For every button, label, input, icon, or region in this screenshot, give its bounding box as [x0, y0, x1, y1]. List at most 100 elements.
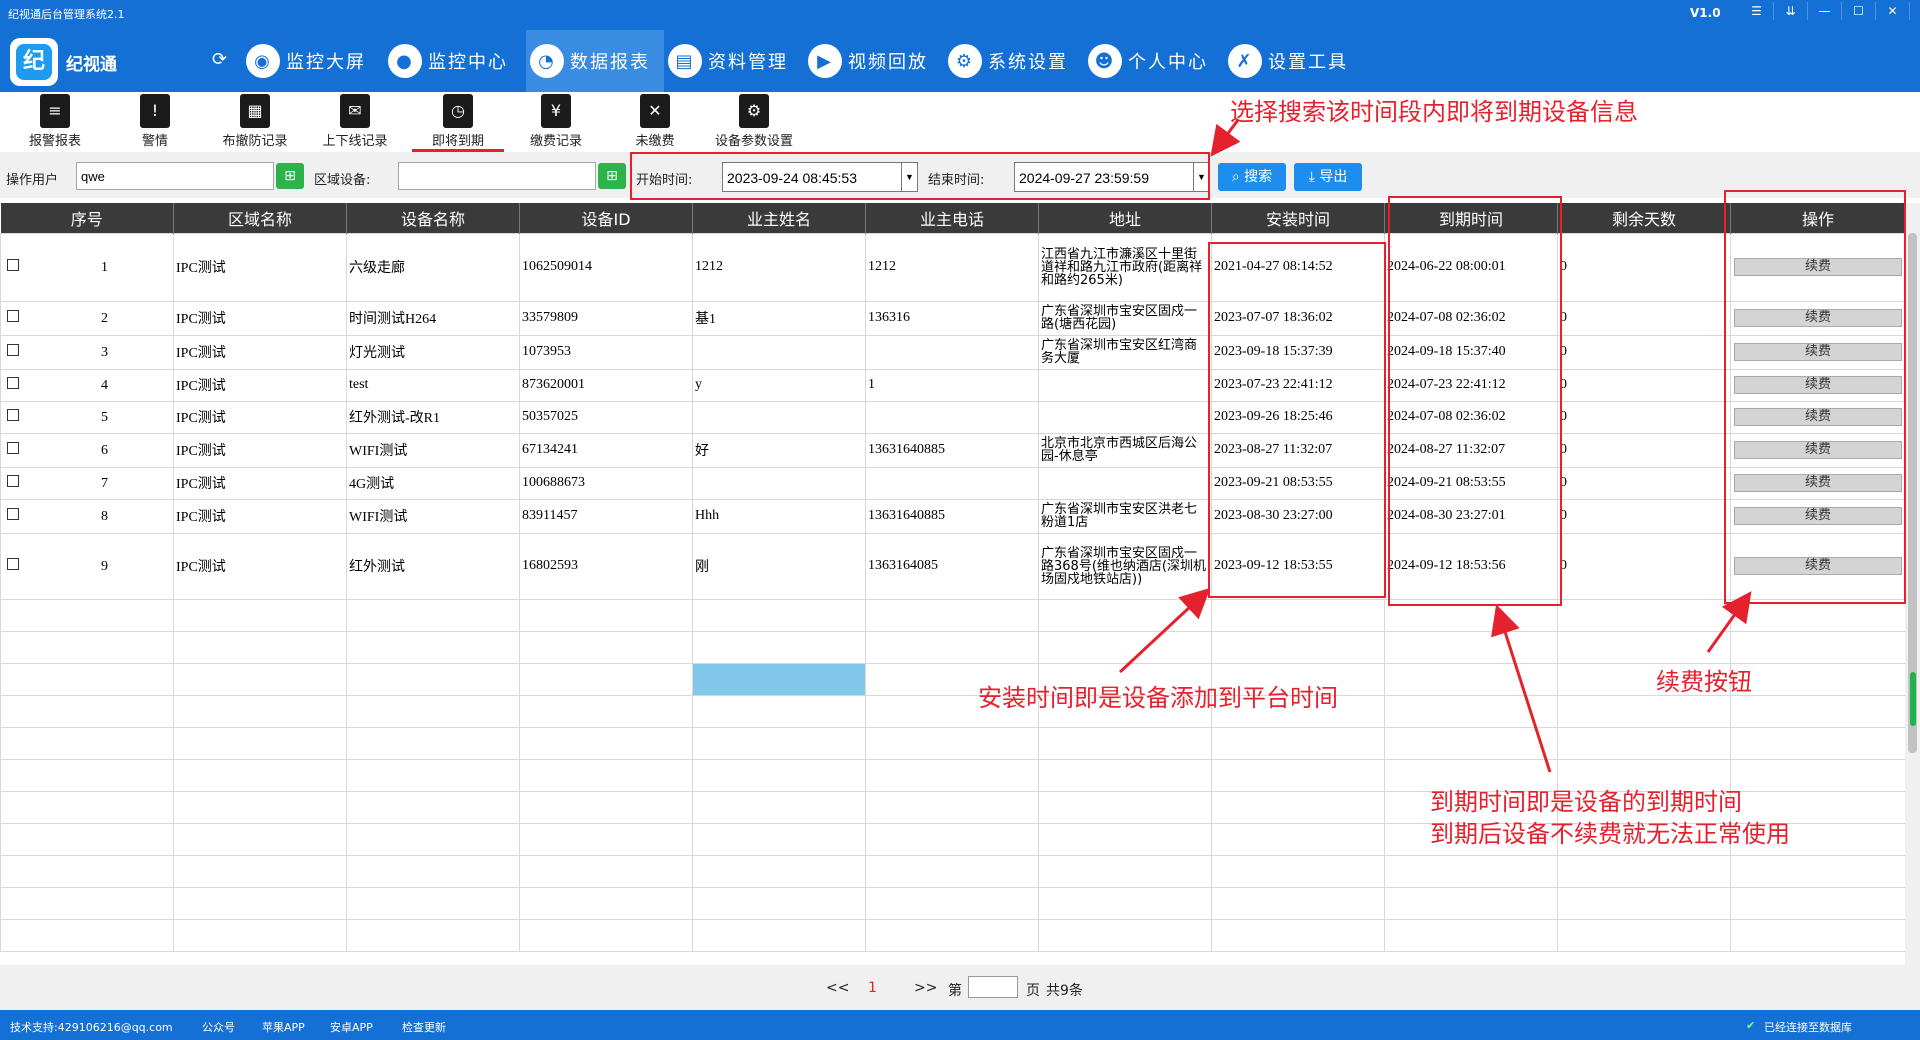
renew-button[interactable]: 续费 — [1734, 474, 1902, 492]
cell-id: 1062509014 — [519, 232, 693, 302]
wechat-link[interactable]: 公众号 — [202, 1019, 235, 1035]
row-checkbox[interactable] — [7, 441, 19, 454]
col-header[interactable]: 地址 — [1038, 203, 1212, 233]
empty-cell — [1730, 662, 1905, 696]
table-row[interactable]: 2 IPC测试 时间测试H264 33579809 基1 136316 广东省深圳市宝安区固… — [0, 300, 1905, 336]
nav-label: 资料管理 — [708, 52, 788, 73]
prev-page-button[interactable]: << — [826, 980, 849, 996]
table-row[interactable]: 7 IPC测试 4G测试 100688673 2023-09-21 08:53:55 20… — [0, 466, 1905, 500]
top-bar: 纪视通后台管理系统2.1 V1.0 ☰ ⇊ — ☐ ✕ 纪 纪视通 ⟳ ◉ 监控大… — [0, 0, 1920, 92]
cell-name: WIFI测试 — [346, 498, 520, 534]
tab-alarm[interactable]: ! 警情 — [118, 92, 192, 152]
row-checkbox[interactable] — [7, 343, 19, 356]
end-time-picker[interactable]: 2024-09-27 23:59:59 ▼ — [1014, 162, 1210, 192]
renew-button[interactable]: 续费 — [1734, 441, 1902, 459]
empty-cell — [173, 886, 347, 920]
col-header[interactable]: 设备名称 — [346, 203, 520, 233]
nav-setup-tools[interactable]: ✗ 设置工具 — [1228, 30, 1356, 92]
export-button[interactable]: ⤓ 导出 — [1294, 163, 1362, 191]
row-checkbox[interactable] — [7, 376, 19, 389]
col-header[interactable]: 安装时间 — [1211, 203, 1385, 233]
tab-arm-disarm-log[interactable]: ▦ 布撤防记录 — [212, 92, 298, 152]
row-checkbox[interactable] — [7, 557, 19, 570]
table-row[interactable]: 6 IPC测试 WIFI测试 67134241 好 13631640885 北京市北京市西城… — [0, 432, 1905, 468]
table-row[interactable]: 5 IPC测试 红外测试-改R1 50357025 2023-09-26 18:25:4… — [0, 400, 1905, 434]
tab-unpaid[interactable]: ✕ 未缴费 — [618, 92, 692, 152]
empty-cell — [519, 918, 693, 952]
minimize-button[interactable]: — — [1808, 2, 1842, 20]
renew-button[interactable]: 续费 — [1734, 343, 1902, 361]
empty-cell — [692, 598, 866, 632]
close-button[interactable]: ✕ — [1876, 2, 1910, 20]
area-picker-icon[interactable]: ⊞ — [598, 163, 626, 189]
cell-phone: 136316 — [865, 300, 1039, 336]
table-row[interactable]: 4 IPC测试 test 873620001 y 1 2023-07-23 22:41:12… — [0, 368, 1905, 402]
col-header[interactable]: 序号 — [0, 203, 174, 233]
nav-data-report[interactable]: ◔ 数据报表 — [526, 30, 664, 92]
tab-device-params[interactable]: ⚙ 设备参数设置 — [704, 92, 804, 152]
app-logo: 纪 — [10, 38, 58, 86]
nav-data-management[interactable]: ▤ 资料管理 — [668, 30, 796, 92]
search-button[interactable]: ⌕ 搜索 — [1218, 163, 1286, 191]
renew-button[interactable]: 续费 — [1734, 408, 1902, 426]
col-header[interactable]: 到期时间 — [1384, 203, 1558, 233]
tab-online-offline-log[interactable]: ✉ 上下线记录 — [312, 92, 398, 152]
cell-area: IPC测试 — [173, 532, 347, 600]
menu-icon[interactable]: ☰ — [1740, 2, 1774, 20]
table-row[interactable]: 9 IPC测试 红外测试 16802593 刚 1363164085 广东省深圳市宝安区固戍… — [0, 532, 1905, 600]
empty-row — [0, 886, 1905, 920]
row-checkbox[interactable] — [7, 408, 19, 421]
col-header[interactable]: 业主电话 — [865, 203, 1039, 233]
col-header[interactable]: 操作 — [1730, 203, 1905, 233]
cell-expire: 2024-08-27 11:32:07 — [1384, 432, 1558, 468]
refresh-icon[interactable]: ⟳ — [212, 49, 227, 70]
page-number-input[interactable] — [968, 976, 1018, 998]
empty-cell — [173, 854, 347, 888]
nav-personal-center[interactable]: ☻ 个人中心 — [1088, 30, 1216, 92]
col-header[interactable]: 剩余天数 — [1557, 203, 1731, 233]
row-number: 9 — [101, 558, 108, 574]
empty-cell — [1038, 630, 1212, 664]
row-checkbox[interactable] — [7, 258, 19, 271]
maximize-button[interactable]: ☐ — [1842, 2, 1876, 20]
nav-system-settings[interactable]: ⚙ 系统设置 — [948, 30, 1076, 92]
row-checkbox[interactable] — [7, 507, 19, 520]
table-row[interactable]: 3 IPC测试 灯光测试 1073953 广东省深圳市宝安区红湾商务大厦 2023-09-… — [0, 334, 1905, 370]
table-row[interactable]: 8 IPC测试 WIFI测试 83911457 Hhh 13631640885 广东省深圳市… — [0, 498, 1905, 534]
operator-input[interactable] — [76, 162, 274, 190]
table-row[interactable]: 1 IPC测试 六级走廊 1062509014 1212 1212 江西省九江市濂溪区十里街… — [0, 232, 1905, 302]
nav-monitor-center[interactable]: ● 监控中心 — [388, 30, 516, 92]
col-header[interactable]: 区域名称 — [173, 203, 347, 233]
col-header[interactable]: 业主姓名 — [692, 203, 866, 233]
empty-cell — [1038, 790, 1212, 824]
next-page-button[interactable]: >> — [914, 980, 937, 996]
row-checkbox[interactable] — [7, 474, 19, 487]
start-time-picker[interactable]: 2023-09-24 08:45:53 ▼ — [722, 162, 918, 192]
settings-icon: ⚙ — [739, 94, 769, 128]
check-update-link[interactable]: 检查更新 — [402, 1019, 446, 1035]
apple-app-link[interactable]: 苹果APP — [262, 1019, 305, 1035]
cell-id: 83911457 — [519, 498, 693, 534]
current-page[interactable]: 1 — [868, 980, 877, 996]
chevron-down-icon[interactable]: ▼ — [901, 163, 917, 191]
renew-button[interactable]: 续费 — [1734, 376, 1902, 394]
tab-label: 警情 — [141, 134, 168, 149]
nav-monitor-screen[interactable]: ◉ 监控大屏 — [246, 30, 374, 92]
empty-cell — [346, 598, 520, 632]
row-checkbox[interactable] — [7, 309, 19, 322]
renew-button[interactable]: 续费 — [1734, 557, 1902, 575]
tab-expiring-soon[interactable]: ◷ 即将到期 — [412, 92, 504, 152]
nav-video-playback[interactable]: ▶ 视频回放 — [808, 30, 936, 92]
renew-button[interactable]: 续费 — [1734, 309, 1902, 327]
area-device-input[interactable] — [398, 162, 596, 190]
tab-payment-records[interactable]: ¥ 缴费记录 — [514, 92, 598, 152]
renew-button[interactable]: 续费 — [1734, 507, 1902, 525]
vertical-scrollbar[interactable] — [1905, 203, 1920, 965]
collapse-icon[interactable]: ⇊ — [1774, 2, 1808, 20]
tab-alarm-report[interactable]: ≡ 报警报表 — [18, 92, 92, 152]
renew-button[interactable]: 续费 — [1734, 258, 1902, 276]
operator-picker-icon[interactable]: ⊞ — [276, 163, 304, 189]
col-header[interactable]: 设备ID — [519, 203, 693, 233]
android-app-link[interactable]: 安卓APP — [330, 1019, 373, 1035]
chevron-down-icon[interactable]: ▼ — [1193, 163, 1209, 191]
